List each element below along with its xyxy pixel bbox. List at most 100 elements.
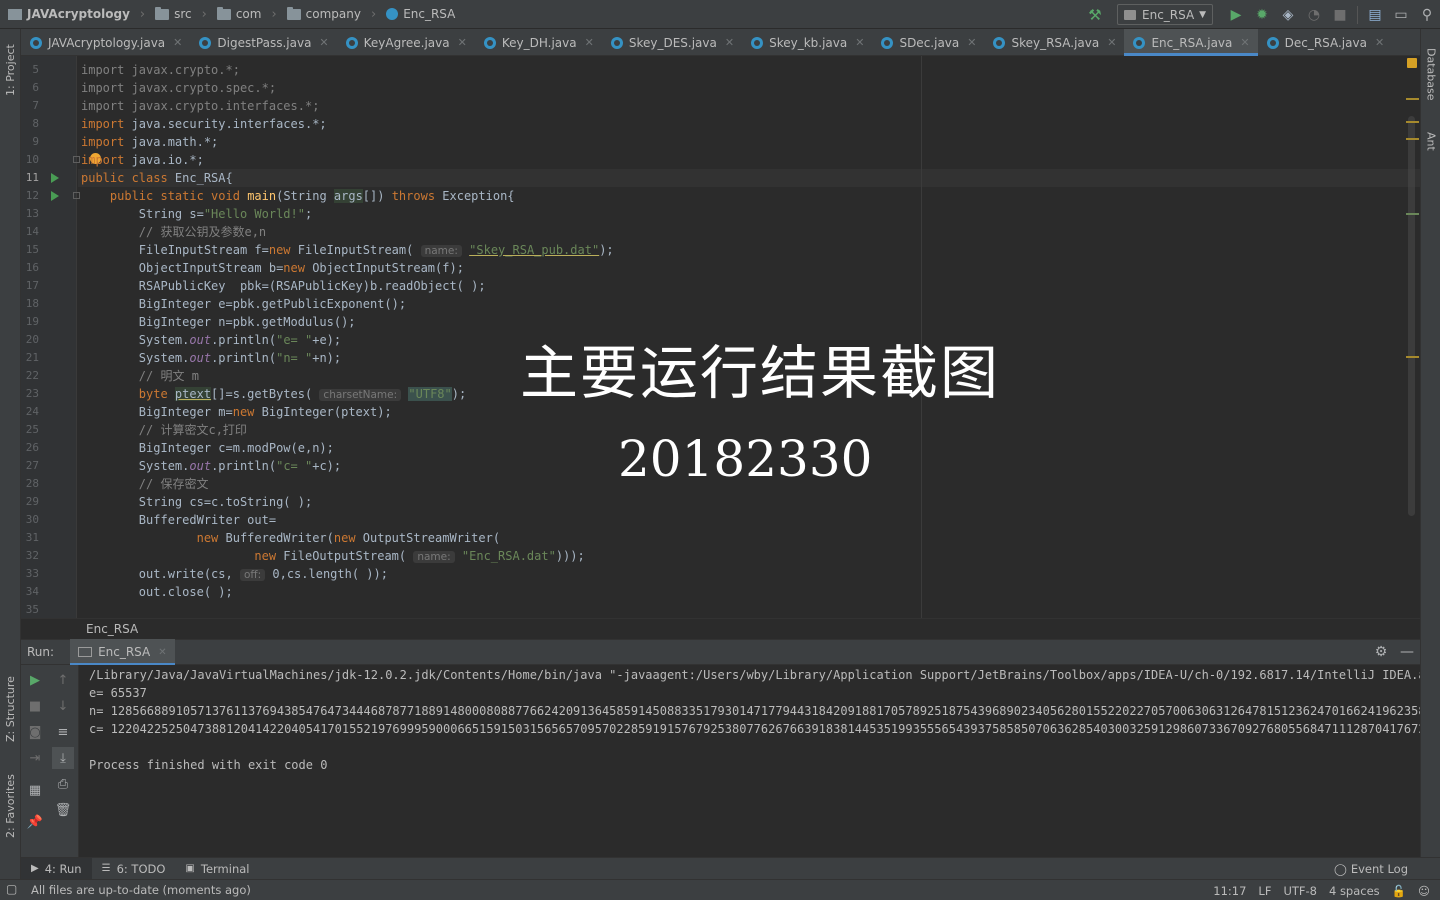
scroll-up-icon[interactable]: ↑ [52, 669, 74, 691]
java-class-icon [483, 36, 496, 49]
tool-windows-toggle-icon[interactable]: ▢ [6, 882, 17, 896]
error-stripe[interactable] [1406, 56, 1420, 618]
scroll-to-end-icon[interactable]: ⤓ [52, 747, 74, 769]
close-icon[interactable]: ✕ [585, 36, 594, 49]
fold-marker-icon[interactable] [73, 192, 80, 199]
favorites-tool-tab[interactable]: 2: Favorites [0, 765, 21, 847]
close-icon[interactable]: ✕ [319, 36, 328, 49]
tab-keyagree[interactable]: KeyAgree.java ✕ [337, 29, 475, 56]
breadcrumb-separator: › [370, 6, 377, 22]
rerun-icon[interactable]: ▶ [24, 669, 46, 691]
line-number: 33 [25, 567, 39, 580]
close-icon[interactable]: ✕ [967, 36, 976, 49]
scroll-down-icon[interactable]: ↓ [52, 695, 74, 717]
presentation-mode-icon[interactable]: ▭ [1388, 4, 1414, 26]
line-number: 22 [25, 369, 39, 382]
close-icon[interactable]: ✕ [855, 36, 864, 49]
tab-skey-kb[interactable]: Skey_kb.java ✕ [742, 29, 872, 56]
breadcrumb-src[interactable]: src [147, 0, 196, 29]
line-number: 10 [25, 153, 39, 166]
run-tool-button[interactable]: ▶ 4: Run [21, 857, 92, 880]
code-editor[interactable]: 5 6 7 8 9 10 11 12 13 14 15 16 17 18 19 … [21, 56, 1420, 618]
editor-breadcrumb[interactable]: Enc_RSA [21, 618, 1420, 639]
tab-skey-rsa[interactable]: Skey_RSA.java ✕ [984, 29, 1124, 56]
project-structure-icon[interactable]: ▤ [1362, 4, 1388, 26]
run-gutter-icon[interactable] [51, 173, 59, 183]
tab-sdec[interactable]: SDec.java ✕ [872, 29, 984, 56]
line-number: 20 [25, 333, 39, 346]
indent-setting[interactable]: 4 spaces [1329, 884, 1380, 898]
line-number: 13 [25, 207, 39, 220]
warning-marker[interactable] [1406, 356, 1419, 358]
code-line: String s="Hello World!"; [81, 207, 313, 221]
code-line: System.out.println("c= "+c); [81, 459, 342, 473]
run-panel-label: Run: [27, 645, 55, 659]
breadcrumb-class[interactable]: Enc_RSA [378, 0, 459, 29]
file-encoding[interactable]: UTF-8 [1283, 884, 1317, 898]
camera-icon[interactable]: ◙ [24, 721, 46, 743]
run-console[interactable]: /Library/Java/JavaVirtualMachines/jdk-12… [79, 665, 1420, 857]
close-icon[interactable]: ✕ [1107, 36, 1116, 49]
code-line: BigInteger e=pbk.getPublicExponent(); [81, 297, 407, 311]
code-line: // 明文 m [81, 369, 199, 383]
inspector-icon[interactable]: ☺ [1418, 884, 1430, 898]
trash-icon[interactable]: 🗑 [52, 799, 74, 821]
minimize-icon[interactable]: — [1394, 644, 1420, 660]
close-icon[interactable]: ✕ [173, 36, 182, 49]
code-line: out.close( ); [81, 585, 233, 599]
code-line: FileInputStream f=new FileInputStream( n… [81, 243, 614, 257]
exit-icon[interactable]: ⇥ [24, 747, 46, 769]
close-icon[interactable]: ✕ [1375, 36, 1384, 49]
pin-icon[interactable]: 📌 [24, 811, 46, 833]
run-gutter-icon[interactable] [51, 191, 59, 201]
breadcrumb-com[interactable]: com [209, 0, 266, 29]
tab-dec-rsa[interactable]: Dec_RSA.java ✕ [1258, 29, 1393, 56]
database-tool-tab[interactable]: Database [1421, 39, 1440, 109]
ant-tool-tab[interactable]: Ant [1421, 124, 1440, 158]
line-number: 27 [25, 459, 39, 472]
warning-marker[interactable] [1406, 138, 1419, 140]
list-icon: ☰ [101, 863, 111, 874]
debug-bug-icon[interactable]: ✹ [1249, 4, 1275, 26]
tab-skey-des[interactable]: Skey_DES.java ✕ [602, 29, 742, 56]
profile-icon[interactable]: ◔ [1301, 4, 1327, 26]
close-icon[interactable]: ✕ [1240, 36, 1249, 49]
tab-key-dh[interactable]: Key_DH.java ✕ [475, 29, 602, 56]
run-tab-enc-rsa[interactable]: Enc_RSA ✕ [70, 639, 175, 665]
search-icon[interactable]: ⚲ [1414, 4, 1440, 26]
close-icon[interactable]: ✕ [158, 647, 166, 658]
structure-tool-tab[interactable]: Z: Structure [0, 669, 21, 749]
caret-position[interactable]: 11:17 [1213, 884, 1246, 898]
project-tool-tab[interactable]: 1: Project [0, 35, 21, 105]
warning-marker[interactable] [1406, 121, 1419, 123]
editor-gutter: 5 6 7 8 9 10 11 12 13 14 15 16 17 18 19 … [21, 56, 80, 618]
stop-icon[interactable]: ■ [1327, 4, 1353, 26]
status-message: All files are up-to-date (moments ago) [31, 883, 251, 897]
line-number: 8 [32, 117, 39, 130]
todo-tool-button[interactable]: ☰ 6: TODO [92, 858, 176, 880]
run-icon[interactable]: ▶ [1223, 4, 1249, 26]
breadcrumb-project[interactable]: JAVAcryptology [0, 0, 134, 29]
fold-marker-icon[interactable] [73, 156, 80, 163]
close-icon[interactable]: ✕ [458, 36, 467, 49]
console-line: e= 65537 [89, 686, 147, 700]
tab-javacryptology[interactable]: JAVAcryptology.java ✕ [21, 29, 190, 56]
gear-icon[interactable]: ⚙ [1368, 644, 1394, 660]
lock-icon[interactable]: 🔓 [1392, 884, 1406, 898]
breadcrumb-company[interactable]: company [279, 0, 365, 29]
coverage-shield-icon[interactable]: ◈ [1275, 4, 1301, 26]
tab-enc-rsa[interactable]: Enc_RSA.java ✕ [1124, 29, 1258, 56]
close-icon[interactable]: ✕ [725, 36, 734, 49]
tab-digestpass[interactable]: DigestPass.java ✕ [190, 29, 336, 56]
terminal-tool-button[interactable]: ▣ Terminal [175, 858, 259, 880]
soft-wrap-icon[interactable]: ≡ [52, 721, 74, 743]
stop-icon[interactable]: ■ [24, 695, 46, 717]
change-marker[interactable] [1406, 213, 1419, 215]
event-log-button[interactable]: ◯ Event Log [1334, 858, 1408, 880]
warning-marker[interactable] [1406, 98, 1419, 100]
line-separator[interactable]: LF [1258, 884, 1271, 898]
run-configuration-select[interactable]: Enc_RSA ▼ [1117, 4, 1213, 25]
build-hammer-icon[interactable]: ⚒ [1087, 7, 1103, 23]
layout-icon[interactable]: ▦ [24, 779, 46, 801]
print-icon[interactable]: ⎙ [52, 773, 74, 795]
